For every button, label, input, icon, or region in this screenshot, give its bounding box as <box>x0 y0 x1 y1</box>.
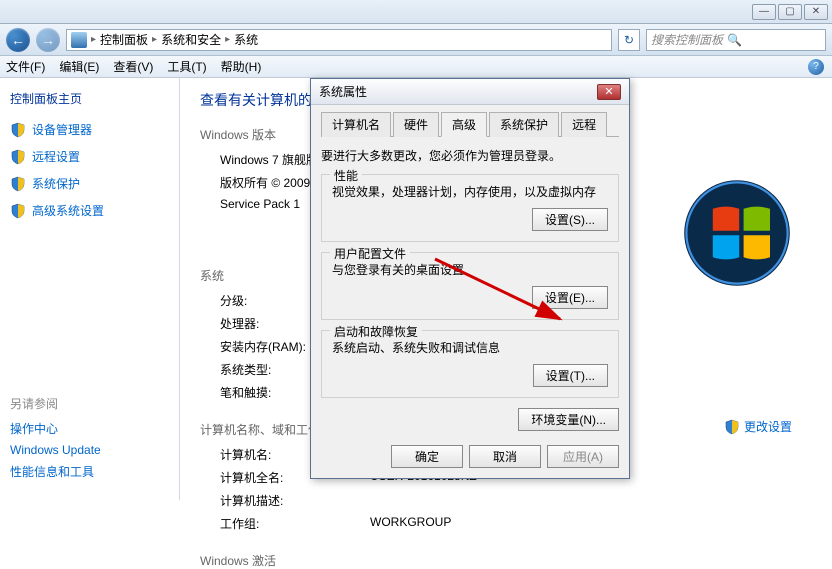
shield-icon <box>10 203 26 219</box>
info-label: 工作组: <box>220 515 370 532</box>
breadcrumb-item[interactable]: 系统 <box>234 31 258 48</box>
groupbox-text: 视觉效果，处理器计划，内存使用，以及虚拟内存 <box>332 183 608 200</box>
sidebar-item-label: 远程设置 <box>32 148 80 165</box>
dialog-footer: 确定 取消 应用(A) <box>321 439 619 468</box>
chevron-right-icon: ▸ <box>91 34 96 45</box>
groupbox-title: 用户配置文件 <box>330 245 410 262</box>
shield-icon <box>724 419 740 435</box>
profiles-settings-button[interactable]: 设置(E)... <box>532 286 608 309</box>
help-icon[interactable]: ? <box>808 59 824 75</box>
dialog-body: 计算机名 硬件 高级 系统保护 远程 要进行大多数更改，您必须作为管理员登录。 … <box>311 105 629 478</box>
system-properties-dialog: 系统属性 ✕ 计算机名 硬件 高级 系统保护 远程 要进行大多数更改，您必须作为… <box>310 78 630 479</box>
sidebar: 控制面板主页 设备管理器 远程设置 系统保护 高级系统设置 另请参阅 操作中心 … <box>0 78 180 500</box>
change-settings-label: 更改设置 <box>744 418 792 435</box>
see-also-link[interactable]: 操作中心 <box>10 420 170 437</box>
window-titlebar: — ▢ ✕ <box>0 0 832 24</box>
refresh-button[interactable]: ↻ <box>618 29 640 51</box>
tab-hardware[interactable]: 硬件 <box>393 112 439 137</box>
groupbox-title: 性能 <box>330 167 362 184</box>
breadcrumb-item[interactable]: 系统和安全 <box>161 31 221 48</box>
breadcrumb[interactable]: ▸ 控制面板 ▸ 系统和安全 ▸ 系统 <box>66 29 612 51</box>
menu-view[interactable]: 查看(V) <box>113 58 153 75</box>
see-also-link[interactable]: Windows Update <box>10 443 170 457</box>
info-label: 计算机描述: <box>220 492 370 509</box>
startup-settings-button[interactable]: 设置(T)... <box>533 364 608 387</box>
chevron-right-icon: ▸ <box>152 34 157 45</box>
ok-button[interactable]: 确定 <box>391 445 463 468</box>
menu-bar: 文件(F) 编辑(E) 查看(V) 工具(T) 帮助(H) ? <box>0 56 832 78</box>
shield-icon <box>10 122 26 138</box>
back-button[interactable]: ← <box>6 28 30 52</box>
see-also-title: 另请参阅 <box>10 395 170 412</box>
tab-advanced[interactable]: 高级 <box>441 112 487 137</box>
minimize-button[interactable]: — <box>752 4 776 20</box>
search-icon: 🔍 <box>727 33 742 47</box>
dialog-titlebar: 系统属性 ✕ <box>311 79 629 105</box>
change-settings-link[interactable]: 更改设置 <box>724 418 792 435</box>
sidebar-item-device-manager[interactable]: 设备管理器 <box>10 121 169 138</box>
menu-help[interactable]: 帮助(H) <box>221 58 262 75</box>
groupbox-title: 启动和故障恢复 <box>330 323 422 340</box>
search-placeholder: 搜索控制面板 <box>651 31 723 48</box>
sidebar-title: 控制面板主页 <box>10 90 169 107</box>
sidebar-item-label: 高级系统设置 <box>32 202 104 219</box>
menu-edit[interactable]: 编辑(E) <box>59 58 99 75</box>
sidebar-item-label: 系统保护 <box>32 175 80 192</box>
groupbox-text: 系统启动、系统失败和调试信息 <box>332 339 608 356</box>
maximize-button[interactable]: ▢ <box>778 4 802 20</box>
tab-computer-name[interactable]: 计算机名 <box>321 112 391 137</box>
shield-icon <box>10 149 26 165</box>
computer-icon <box>71 32 87 48</box>
apply-button[interactable]: 应用(A) <box>547 445 619 468</box>
menu-tools[interactable]: 工具(T) <box>167 58 206 75</box>
dialog-title: 系统属性 <box>319 83 367 100</box>
dialog-close-button[interactable]: ✕ <box>597 84 621 100</box>
sidebar-item-remote[interactable]: 远程设置 <box>10 148 169 165</box>
windows-logo-icon <box>682 178 792 288</box>
admin-note: 要进行大多数更改，您必须作为管理员登录。 <box>321 147 619 164</box>
performance-settings-button[interactable]: 设置(S)... <box>532 208 608 231</box>
tab-remote[interactable]: 远程 <box>561 112 607 137</box>
see-also: 另请参阅 操作中心 Windows Update 性能信息和工具 <box>10 395 170 486</box>
environment-variables-button[interactable]: 环境变量(N)... <box>518 408 619 431</box>
sidebar-item-advanced[interactable]: 高级系统设置 <box>10 202 169 219</box>
forward-button[interactable]: → <box>36 28 60 52</box>
groupbox-text: 与您登录有关的桌面设置 <box>332 261 608 278</box>
info-value: WORKGROUP <box>370 515 451 532</box>
chevron-right-icon: ▸ <box>225 34 230 45</box>
groupbox-user-profiles: 用户配置文件 与您登录有关的桌面设置 设置(E)... <box>321 252 619 320</box>
shield-icon <box>10 176 26 192</box>
window-close-button[interactable]: ✕ <box>804 4 828 20</box>
sidebar-item-label: 设备管理器 <box>32 121 92 138</box>
navigation-bar: ← → ▸ 控制面板 ▸ 系统和安全 ▸ 系统 ↻ 搜索控制面板 🔍 <box>0 24 832 56</box>
menu-file[interactable]: 文件(F) <box>6 58 45 75</box>
section-activation: Windows 激活 <box>200 552 812 569</box>
cancel-button[interactable]: 取消 <box>469 445 541 468</box>
tab-protection[interactable]: 系统保护 <box>489 112 559 137</box>
dialog-tabs: 计算机名 硬件 高级 系统保护 远程 <box>321 111 619 137</box>
breadcrumb-item[interactable]: 控制面板 <box>100 31 148 48</box>
sidebar-item-protection[interactable]: 系统保护 <box>10 175 169 192</box>
groupbox-performance: 性能 视觉效果，处理器计划，内存使用，以及虚拟内存 设置(S)... <box>321 174 619 242</box>
see-also-link[interactable]: 性能信息和工具 <box>10 463 170 480</box>
search-input[interactable]: 搜索控制面板 🔍 <box>646 29 826 51</box>
groupbox-startup-recovery: 启动和故障恢复 系统启动、系统失败和调试信息 设置(T)... <box>321 330 619 398</box>
